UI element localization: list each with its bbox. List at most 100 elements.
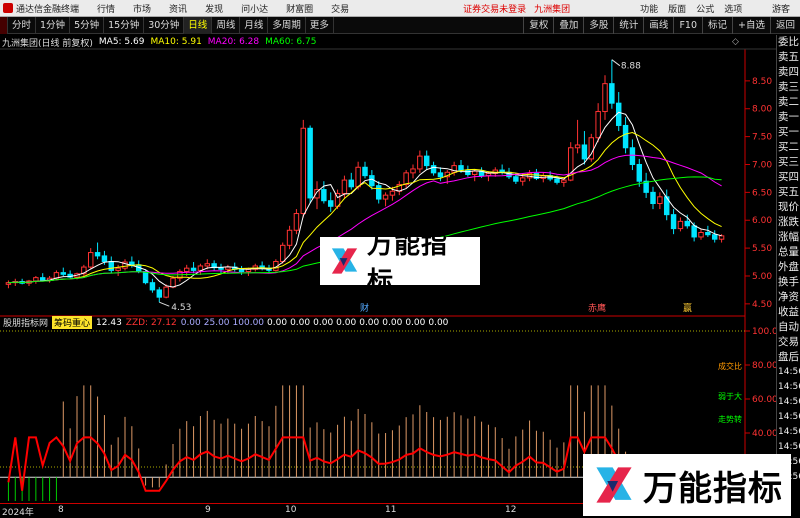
low-price-label: 4.53 [171,303,191,313]
price-tick-label: 7.50 [752,133,772,143]
period-weekly[interactable]: 周线 [212,16,241,34]
candle-body [286,229,293,246]
date-tick-label: 12 [505,505,517,515]
candle-body [321,189,327,202]
candle-body [581,144,588,160]
candle-body [60,272,67,275]
indicator-info-bar: 股朋指标网 筹码重心 12.43 ZZD: 27.12 0.00 25.00 100… [0,316,745,329]
candle-body [115,267,121,271]
period-daily[interactable]: 日线 [184,16,213,34]
menu-shichang[interactable]: 市场 [133,2,151,15]
quote-field-label: 卖二 [778,96,799,108]
btn-fuquan[interactable]: 复权 [523,16,553,34]
login-notice[interactable]: 证券交易未登录 [463,2,526,15]
candle-body [437,172,444,178]
menu-xuanxiang[interactable]: 选项 [724,2,742,15]
date-tick-label: 2024年 [2,508,34,518]
candle-body [142,271,149,284]
candle-body [657,196,663,205]
watermark-text: 万能指标 [367,230,449,297]
quote-field-label: 14:56 [778,397,800,407]
candle-body [293,213,300,231]
indicator-tick-label: 40.00 [752,429,776,439]
candle-body [170,277,176,288]
candle-body [149,282,156,291]
btn-diejia[interactable]: 叠加 [553,16,583,34]
btn-tongji[interactable]: 统计 [613,16,643,34]
menu-gongneng[interactable]: 功能 [640,2,658,15]
menu-hangqing[interactable]: 行情 [97,2,115,15]
candle-body [561,179,567,183]
candle-body [108,260,115,271]
price-tick-label: 6.50 [752,188,772,198]
period-monthly[interactable]: 月线 [240,16,269,34]
btn-biaoji[interactable]: 标记 [702,16,732,34]
price-tick-label: 4.50 [752,300,772,310]
indicator-param: 0.00 [313,317,334,328]
candle-body [554,178,560,183]
btn-duogu[interactable]: 多股 [583,16,613,34]
menu-jiaoyi[interactable]: 交易 [331,2,349,15]
candle-body [629,147,636,165]
date-tick-label: 11 [385,505,397,515]
watermark-text: 万能指标 [643,468,783,509]
quote-field-label: 14:56 [778,382,800,392]
event-marker: 赢 [683,302,692,314]
quote-field-label: 收益 [778,306,799,318]
period-30min[interactable]: 30分钟 [144,16,185,34]
guest-label[interactable]: 游客 [772,2,790,15]
menu-wenxiaoda[interactable]: 问小达 [241,2,268,15]
indicator-tag[interactable]: 筹码重心 [52,316,93,329]
candle-body [417,155,423,170]
period-1min[interactable]: 1分钟 [36,16,71,34]
candle-body [705,231,711,236]
quote-field-label: 买二 [778,141,799,153]
menu-banmian[interactable]: 版面 [668,2,686,15]
candle-body [458,165,464,171]
quote-field-label: 卖四 [778,66,799,78]
candle-body [183,267,190,273]
watermark-bottom: 万能指标 [583,454,791,516]
candle-body [698,231,704,238]
period-more[interactable]: 更多 [306,16,334,34]
price-tick-label: 5.50 [752,244,772,254]
candle-body [677,220,684,230]
app-logo-icon [3,3,13,13]
btn-zixuan[interactable]: +自选 [732,16,770,34]
quote-field-label: 卖一 [778,111,799,123]
candle-body [300,127,307,215]
period-multi[interactable]: 多周期 [268,16,306,34]
quote-field-label: 14:56 [778,412,800,422]
high-price-label: 8.88 [621,62,641,72]
menu-caifuquan[interactable]: 财富圈 [286,2,313,15]
quote-field-label: 买三 [778,156,799,168]
indicator-params: 0.00 25.00 100.00 0.00 0.00 0.00 0.00 0.00 0.00 0… [181,318,452,328]
menu-gongshi[interactable]: 公式 [696,2,714,15]
candle-body [238,268,245,273]
indicator-side-label: 成交比 [718,361,742,371]
quote-field-label: 涨跌 [778,216,799,228]
indicator-tick-label: 60.00 [752,395,776,405]
quote-field-label: 现价 [778,201,799,213]
candle-body [622,124,629,149]
period-15min[interactable]: 15分钟 [104,16,145,34]
btn-f10[interactable]: F10 [673,16,702,34]
low-pointer [159,301,170,307]
candle-body [670,214,677,230]
btn-fanhui[interactable]: 返回 [769,16,800,34]
indicator-param: 0.00 [336,317,357,328]
indicator-param: 100.00 [232,317,265,328]
menu-faxian[interactable]: 发现 [205,2,223,15]
period-fenshi[interactable]: 分时 [8,16,37,34]
candle-body [684,220,691,227]
event-marker: 赤鹰 [588,302,606,314]
candle-body [423,155,430,167]
candle-body [574,144,581,149]
quote-field-label: 换手 [778,276,799,288]
candle-body [430,165,437,174]
btn-huaxian[interactable]: 画线 [643,16,673,34]
menu-zixun[interactable]: 资讯 [169,2,187,15]
quote-field-label: 盘后 [778,351,799,363]
indicator-param: 0.00 [382,317,403,328]
period-5min[interactable]: 5分钟 [70,16,105,34]
